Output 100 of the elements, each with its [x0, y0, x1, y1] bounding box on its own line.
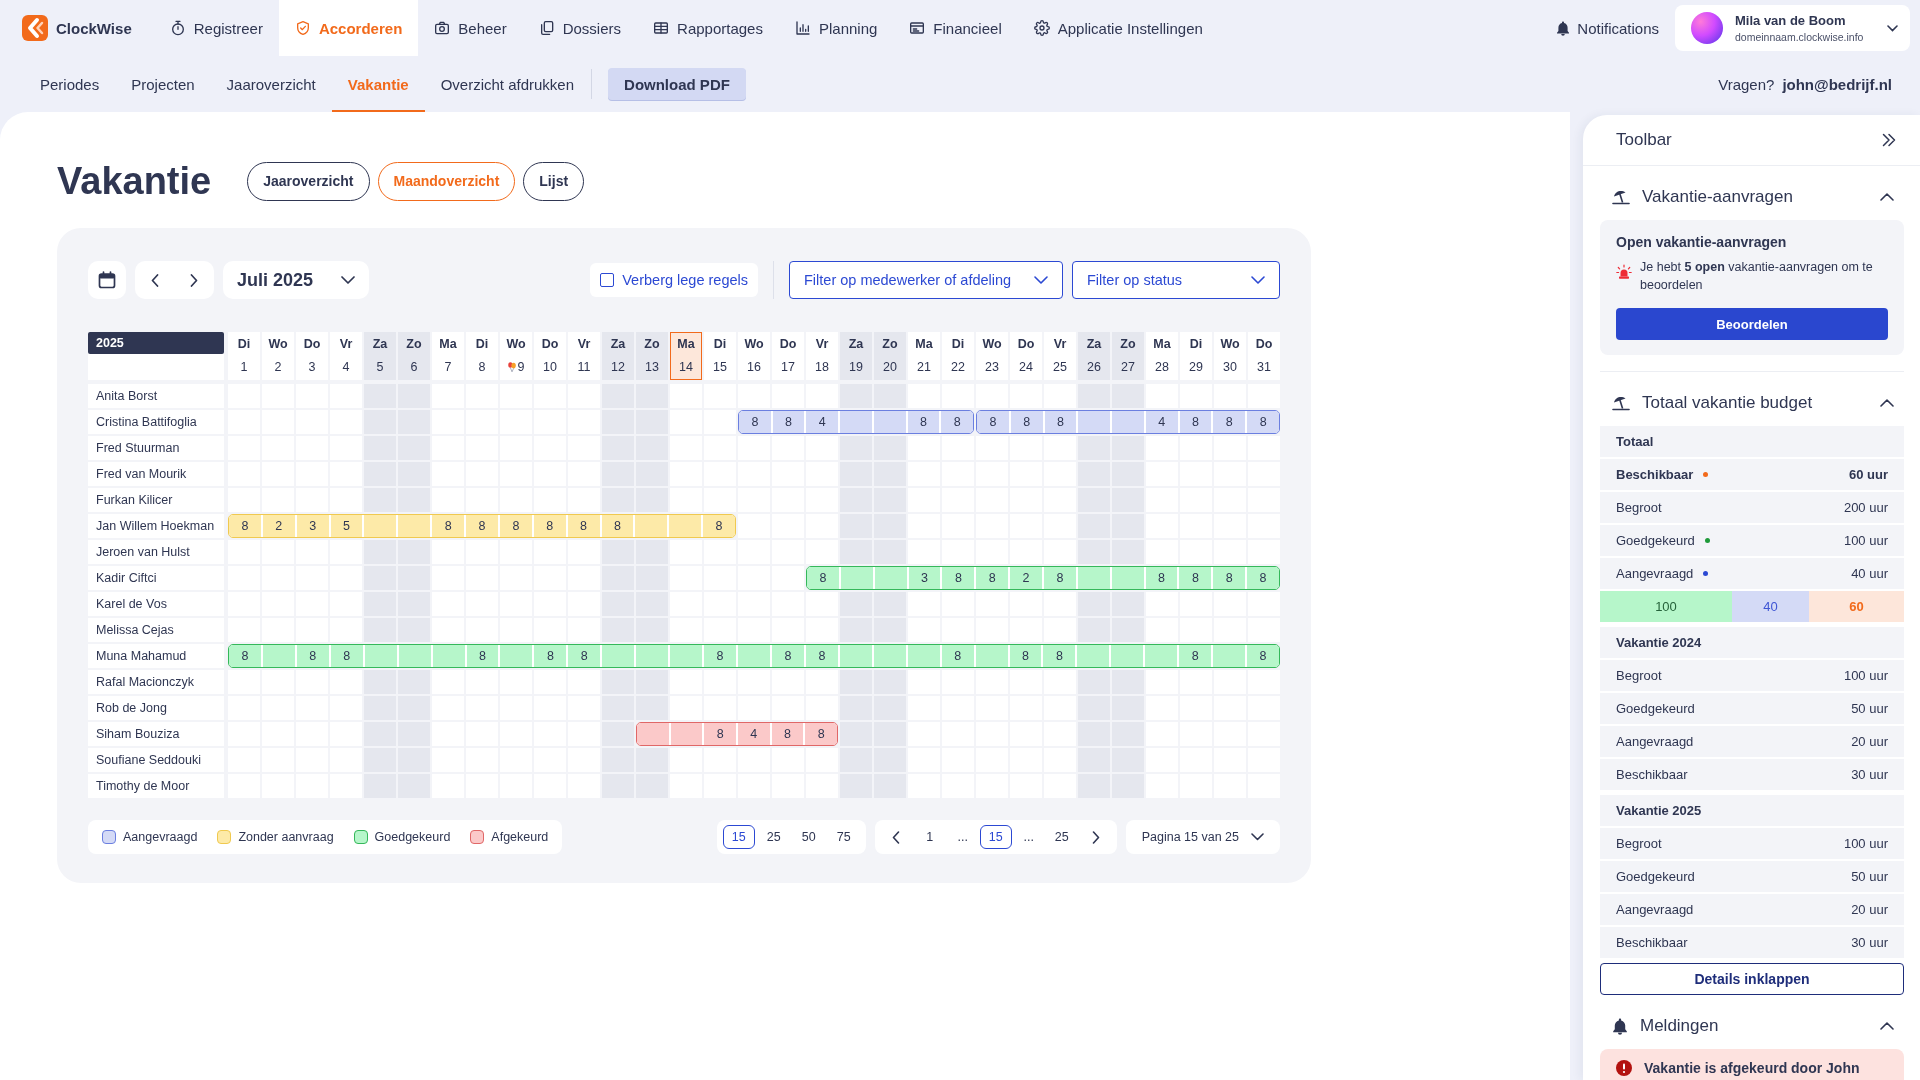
leave-day: 8	[568, 645, 601, 667]
leave-day: 3	[296, 515, 329, 537]
page-size-option[interactable]: 75	[827, 825, 860, 849]
leave-day: 8	[907, 411, 940, 433]
weekday-label: Zo	[1120, 336, 1136, 353]
stopwatch-icon	[169, 20, 186, 36]
leave-day: 8	[976, 567, 1009, 589]
budget-group-title: Totaal	[1600, 426, 1904, 457]
leave-day: 8	[977, 411, 1009, 433]
employee-name: Muna Mahamud	[88, 644, 224, 668]
subnav-tab[interactable]: Projecten	[115, 56, 211, 112]
avatar-icon	[1691, 12, 1723, 44]
day-number: 12	[611, 359, 625, 374]
nav-tab[interactable]: Beheer	[418, 0, 523, 56]
budget-label: Beschikbaar	[1616, 767, 1688, 782]
nav-tab[interactable]: Dossiers	[522, 0, 638, 56]
user-name: Mila van de Boom	[1735, 13, 1847, 28]
weekday-label: Vr	[577, 336, 591, 353]
page-size-option[interactable]: 50	[792, 825, 825, 849]
page-button[interactable]: 1	[913, 825, 946, 849]
double-chevron-right-icon	[1882, 133, 1896, 147]
notifications-button[interactable]: Notifications	[1556, 19, 1659, 37]
leave-day	[602, 645, 635, 667]
bell-icon	[1556, 20, 1571, 36]
checkbox[interactable]	[600, 273, 615, 287]
leave-bar[interactable]: 8 3 8 8 2 8 8 8 8 8	[806, 566, 1280, 590]
day-number: 11	[577, 359, 591, 374]
leave-day: 8	[1044, 411, 1077, 433]
leave-bar[interactable]: 8 2 3 5 8 8 8 8 8 8 8	[228, 514, 736, 538]
day-number: 16	[747, 359, 761, 374]
calendar-button[interactable]	[88, 261, 126, 299]
nav-tab[interactable]: Applicatie Instellingen	[1017, 0, 1219, 56]
employee-name: Karel de Vos	[88, 592, 224, 616]
day-number: 31	[1257, 359, 1271, 374]
chevron-down-icon	[1034, 276, 1048, 284]
filter-select[interactable]: Filter op status	[1072, 261, 1280, 299]
help-email-link[interactable]: john@bedrijf.nl	[1782, 75, 1892, 93]
leave-bar[interactable]: 8 8 4 8 8	[738, 410, 974, 434]
leave-day: 2	[262, 515, 295, 537]
leave-bar[interactable]: 8 8 8 8 8 8 8 8 8 8 8 8 8 8	[228, 644, 1280, 668]
hide-empty-rows-option[interactable]: Verberg lege regels	[590, 263, 758, 297]
leave-day	[364, 645, 397, 667]
day-number: 10	[543, 359, 557, 374]
weekday-label: Vr	[815, 336, 829, 353]
legend-label: Afgekeurd	[491, 830, 549, 844]
employee-name: Soufiane Seddouki	[88, 748, 224, 772]
leave-day: 4	[1145, 411, 1178, 433]
app-name: ClockWise	[56, 19, 132, 37]
chevron-left-icon	[150, 273, 159, 287]
budget-label: Begroot	[1616, 836, 1662, 851]
employee-name: Fred Stuurman	[88, 436, 224, 460]
page-size-option[interactable]: 15	[722, 825, 755, 849]
page-size-option[interactable]: 25	[757, 825, 790, 849]
subnav-tab[interactable]: Overzicht afdrukken	[424, 56, 591, 112]
budget-label: Goedgekeurd	[1616, 533, 1695, 548]
filter-select[interactable]: Filter op medewerker of afdeling	[789, 261, 1063, 299]
review-button[interactable]: Beoordelen	[1616, 308, 1888, 340]
nav-tab[interactable]: Financieel	[893, 0, 1018, 56]
day-number: 8	[478, 359, 486, 374]
month-select[interactable]: Juli 2025	[223, 261, 369, 299]
leave-bar[interactable]: 8 8 8 4 8 8 8	[976, 410, 1280, 434]
page-button[interactable]: 15	[979, 825, 1012, 849]
page-select[interactable]: Pagina 15 van 25	[1125, 820, 1280, 854]
nav-tab[interactable]: Registreer	[153, 0, 279, 56]
leave-day	[840, 567, 873, 589]
leave-day	[398, 515, 431, 537]
nav-tab[interactable]: Rapportages	[637, 0, 779, 56]
page-button[interactable]: 25	[1045, 825, 1078, 849]
budget-value: 20 uur	[1851, 902, 1888, 917]
budget-label: Aangevraagd	[1616, 734, 1694, 749]
table-icon	[653, 20, 670, 36]
user-menu[interactable]: Mila van de Boom domeinnaam.clockwise.info	[1675, 5, 1910, 51]
chevron-right-icon	[190, 273, 199, 287]
leave-day: 5	[330, 515, 363, 537]
day-number: 7	[444, 359, 452, 374]
download-pdf-button[interactable]: Download PDF	[608, 68, 746, 100]
leave-day: 8	[534, 645, 567, 667]
year-label: 2025	[88, 332, 224, 354]
weekday-label: Do	[303, 336, 321, 353]
subnav-tab[interactable]: Periodes	[24, 56, 116, 112]
nav-tab[interactable]: Planning	[778, 0, 894, 56]
collapse-details-button[interactable]: Details inklappen	[1600, 963, 1904, 995]
weekday-label: Di	[237, 336, 251, 353]
leave-bar[interactable]: 8 4 8 8	[636, 722, 838, 746]
leave-day	[975, 645, 1008, 667]
view-toggle-button[interactable]: Lijst	[523, 161, 585, 201]
day-number: 17	[781, 359, 795, 374]
day-number: 15	[713, 359, 727, 374]
page-title: Vakantie	[57, 159, 212, 203]
calendar-icon	[98, 271, 116, 289]
subnav-tab[interactable]: Jaaroverzicht	[210, 56, 332, 112]
leave-day: 8	[739, 411, 771, 433]
weekday-label: Do	[779, 336, 797, 353]
bell-icon	[1612, 1017, 1628, 1035]
leave-day	[1111, 567, 1144, 589]
view-toggle-button[interactable]: Jaaroverzicht	[247, 161, 370, 201]
day-number: 27	[1121, 359, 1135, 374]
employee-name: Rob de Jong	[88, 696, 224, 720]
leave-day	[907, 645, 940, 667]
weekday-label: Vr	[339, 336, 353, 353]
